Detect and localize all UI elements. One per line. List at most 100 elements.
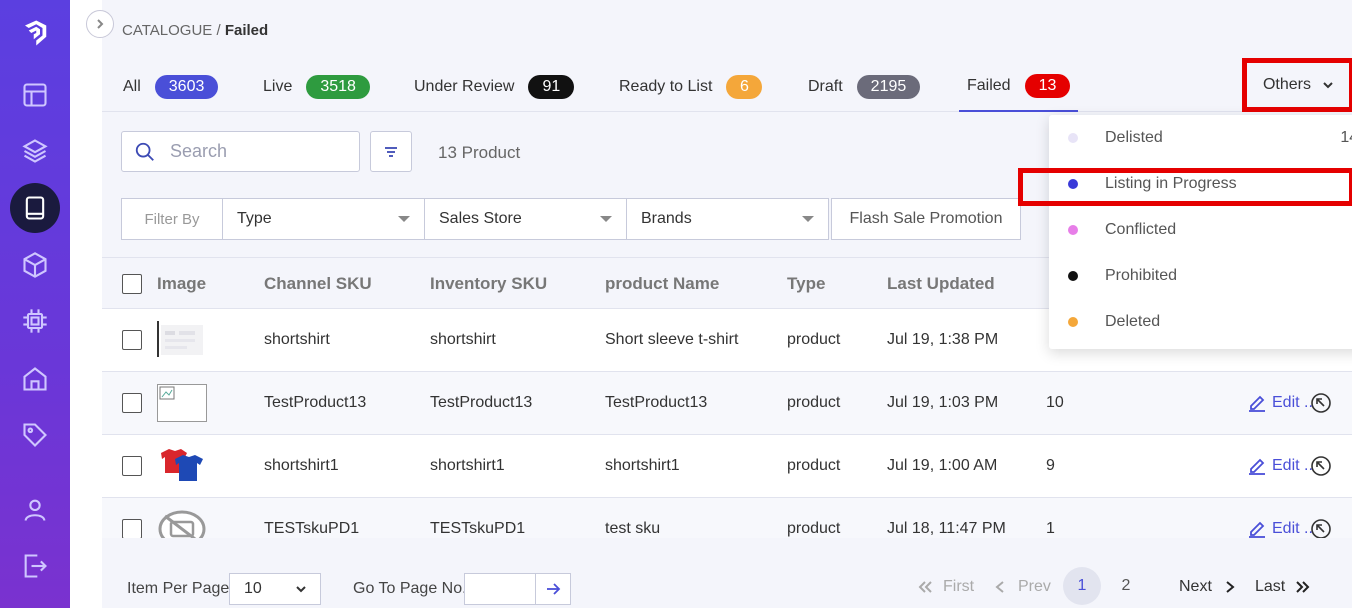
brands-select-label: Brands: [641, 210, 692, 227]
open-external-icon[interactable]: [1310, 455, 1332, 477]
row-checkbox[interactable]: [122, 393, 142, 413]
tab-count-badge: 6: [726, 75, 763, 99]
box-icon[interactable]: [10, 240, 60, 290]
table-row[interactable]: TestProduct13 TestProduct13 TestProduct1…: [102, 372, 1352, 435]
breadcrumb-parent[interactable]: CATALOGUE: [122, 22, 212, 39]
sidebar-toggle-button[interactable]: [86, 10, 114, 38]
row-checkbox[interactable]: [122, 456, 142, 476]
main-area: CATALOGUE / Failed All 3603 Live 3518 Un…: [70, 0, 1352, 608]
channel-sku: TestProduct13: [264, 394, 367, 411]
product-type: product: [787, 457, 841, 474]
last-updated: Jul 18, 11:47 PM: [887, 520, 1006, 537]
menu-item-count: 1456: [1340, 129, 1352, 146]
edit-button[interactable]: Edit ..: [1248, 457, 1313, 475]
status-tabs: All 3603 Live 3518 Under Review 91 Ready…: [102, 62, 1352, 112]
tag-icon[interactable]: [10, 410, 60, 460]
type-select[interactable]: Type: [223, 198, 425, 240]
menu-item-delisted[interactable]: Delisted 1456: [1049, 115, 1352, 161]
column-header[interactable]: Type: [787, 274, 825, 294]
search-box[interactable]: [121, 131, 360, 172]
menu-item-deleted[interactable]: Deleted 13: [1049, 299, 1352, 345]
sidebar: [0, 0, 70, 608]
tab-count-badge: 3603: [154, 75, 219, 99]
product-thumbnail: [157, 321, 207, 359]
page-button[interactable]: 2: [1107, 567, 1145, 605]
column-header[interactable]: Inventory SKU: [430, 274, 547, 294]
caret-down-icon: [600, 216, 612, 222]
layout-icon[interactable]: [10, 70, 60, 120]
pagination-footer: Item Per Page 10 Go To Page No. First Pr…: [102, 548, 1352, 608]
inventory-sku: shortshirt: [430, 331, 496, 348]
quantity: 1: [1046, 520, 1055, 537]
row-checkbox[interactable]: [122, 519, 142, 538]
product-type: product: [787, 331, 841, 348]
first-page-button[interactable]: First: [917, 578, 974, 596]
tab-label: All: [123, 78, 141, 95]
tab-under-review[interactable]: Under Review 91: [414, 62, 575, 112]
status-dot: [1068, 225, 1078, 235]
product-type: product: [787, 520, 841, 537]
menu-item-conflicted[interactable]: Conflicted 3: [1049, 207, 1352, 253]
product-thumbnail: [157, 447, 207, 485]
chevron-left-icon: [995, 581, 1004, 593]
menu-item-label: Prohibited: [1105, 267, 1178, 284]
tab-label: Under Review: [414, 78, 515, 95]
product-name: Short sleeve t-shirt: [605, 331, 739, 348]
next-label: Next: [1179, 578, 1212, 595]
logo-icon[interactable]: [10, 8, 60, 58]
page-button[interactable]: 1: [1063, 567, 1101, 605]
search-input[interactable]: [170, 141, 350, 162]
edit-label: Edit ..: [1272, 457, 1313, 474]
row-checkbox[interactable]: [122, 330, 142, 350]
edit-button[interactable]: Edit ..: [1248, 520, 1313, 538]
goto-page-button[interactable]: [535, 573, 571, 605]
column-header[interactable]: Channel SKU: [264, 274, 372, 294]
menu-item-prohibited[interactable]: Prohibited 0: [1049, 253, 1352, 299]
tab-count-badge: 91: [528, 75, 575, 99]
product-name: shortshirt1: [605, 457, 680, 474]
column-header[interactable]: Last Updated: [887, 274, 995, 294]
sales-store-select[interactable]: Sales Store: [425, 198, 627, 240]
column-header[interactable]: product Name: [605, 274, 719, 294]
catalogue-icon[interactable]: [10, 183, 60, 233]
others-dropdown-button[interactable]: Others: [1242, 58, 1352, 112]
home-icon[interactable]: [10, 354, 60, 404]
tab-ready-to-list[interactable]: Ready to List 6: [619, 62, 763, 112]
edit-button[interactable]: Edit ..: [1248, 394, 1313, 412]
prev-page-button[interactable]: Prev: [992, 578, 1051, 596]
breadcrumb: CATALOGUE / Failed: [122, 22, 268, 39]
select-all-checkbox[interactable]: [122, 274, 142, 294]
goto-page-input[interactable]: [464, 573, 536, 605]
tab-failed[interactable]: Failed 13: [959, 62, 1079, 112]
tab-live[interactable]: Live 3518: [263, 62, 370, 112]
column-header[interactable]: Image: [157, 274, 206, 294]
quantity: 10: [1046, 394, 1064, 411]
tab-label: Live: [263, 78, 293, 95]
chevron-down-icon: [1323, 82, 1333, 89]
user-icon[interactable]: [10, 485, 60, 535]
layers-icon[interactable]: [10, 126, 60, 176]
product-name: test sku: [605, 520, 661, 537]
next-page-button[interactable]: Next: [1179, 578, 1238, 596]
breadcrumb-separator: /: [212, 22, 225, 39]
inventory-sku: TESTskuPD1: [430, 520, 526, 537]
brands-select[interactable]: Brands: [627, 198, 829, 240]
tab-count-badge: 2195: [856, 75, 921, 99]
content: CATALOGUE / Failed All 3603 Live 3518 Un…: [102, 0, 1352, 608]
last-page-button[interactable]: Last: [1255, 578, 1311, 596]
table-row[interactable]: shortshirt1 shortshirt1 shortshirt1 prod…: [102, 435, 1352, 498]
tab-all[interactable]: All 3603: [123, 62, 219, 112]
filter-button[interactable]: [370, 131, 412, 172]
inventory-sku: shortshirt1: [430, 457, 505, 474]
table-row[interactable]: TESTskuPD1 TESTskuPD1 test sku product J…: [102, 498, 1352, 538]
open-external-icon[interactable]: [1310, 518, 1332, 538]
sales-store-select-label: Sales Store: [439, 210, 522, 227]
tab-draft[interactable]: Draft 2195: [808, 62, 921, 112]
item-per-page-select[interactable]: 10: [229, 573, 321, 605]
open-external-icon[interactable]: [1310, 392, 1332, 414]
pencil-icon: [1249, 458, 1265, 475]
breadcrumb-current: Failed: [224, 22, 269, 39]
logout-icon[interactable]: [10, 541, 60, 591]
chip-icon[interactable]: [10, 296, 60, 346]
flash-sale-select[interactable]: Flash Sale Promotion: [831, 198, 1021, 240]
